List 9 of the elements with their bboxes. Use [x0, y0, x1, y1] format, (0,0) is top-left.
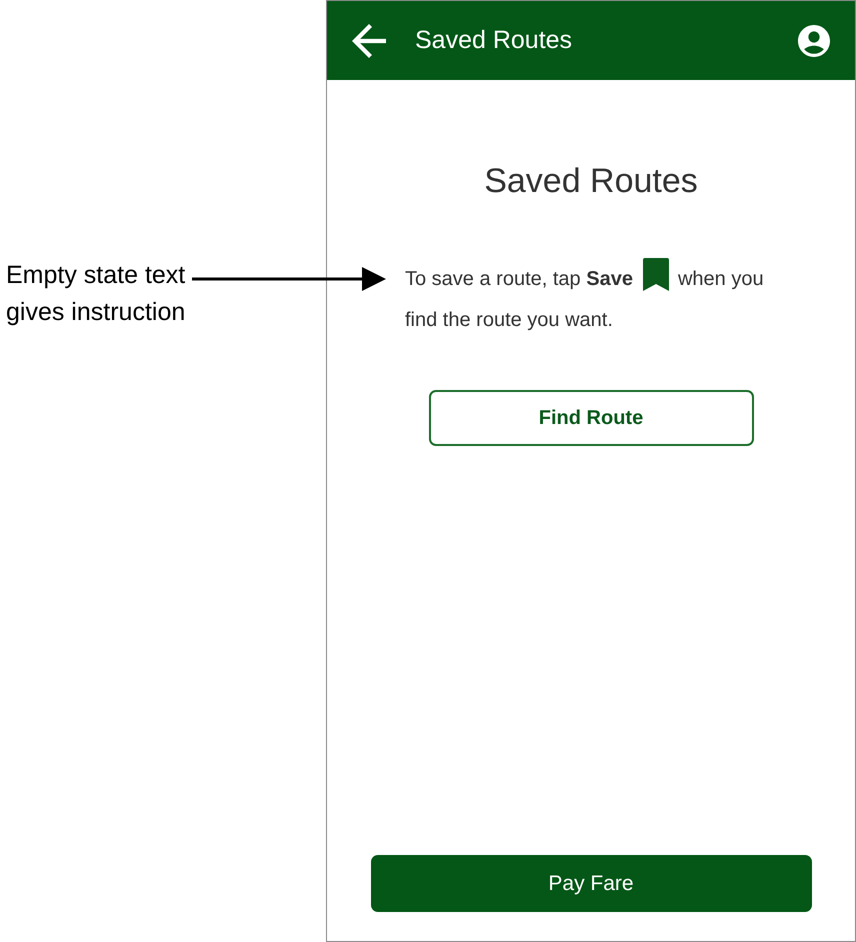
back-icon[interactable]	[352, 24, 386, 58]
bookmark-icon	[642, 258, 669, 291]
annotation-text: Empty state text gives instruction	[6, 260, 186, 328]
pay-fare-button[interactable]: Pay Fare	[370, 855, 812, 912]
account-icon[interactable]	[798, 24, 830, 56]
app-bar-title: Saved Routes	[415, 26, 574, 55]
find-route-button[interactable]: Find Route	[428, 390, 754, 446]
page-heading: Saved Routes	[484, 161, 698, 201]
instruction-text: To save a route, tap Save when you find the route you want.	[405, 258, 800, 341]
